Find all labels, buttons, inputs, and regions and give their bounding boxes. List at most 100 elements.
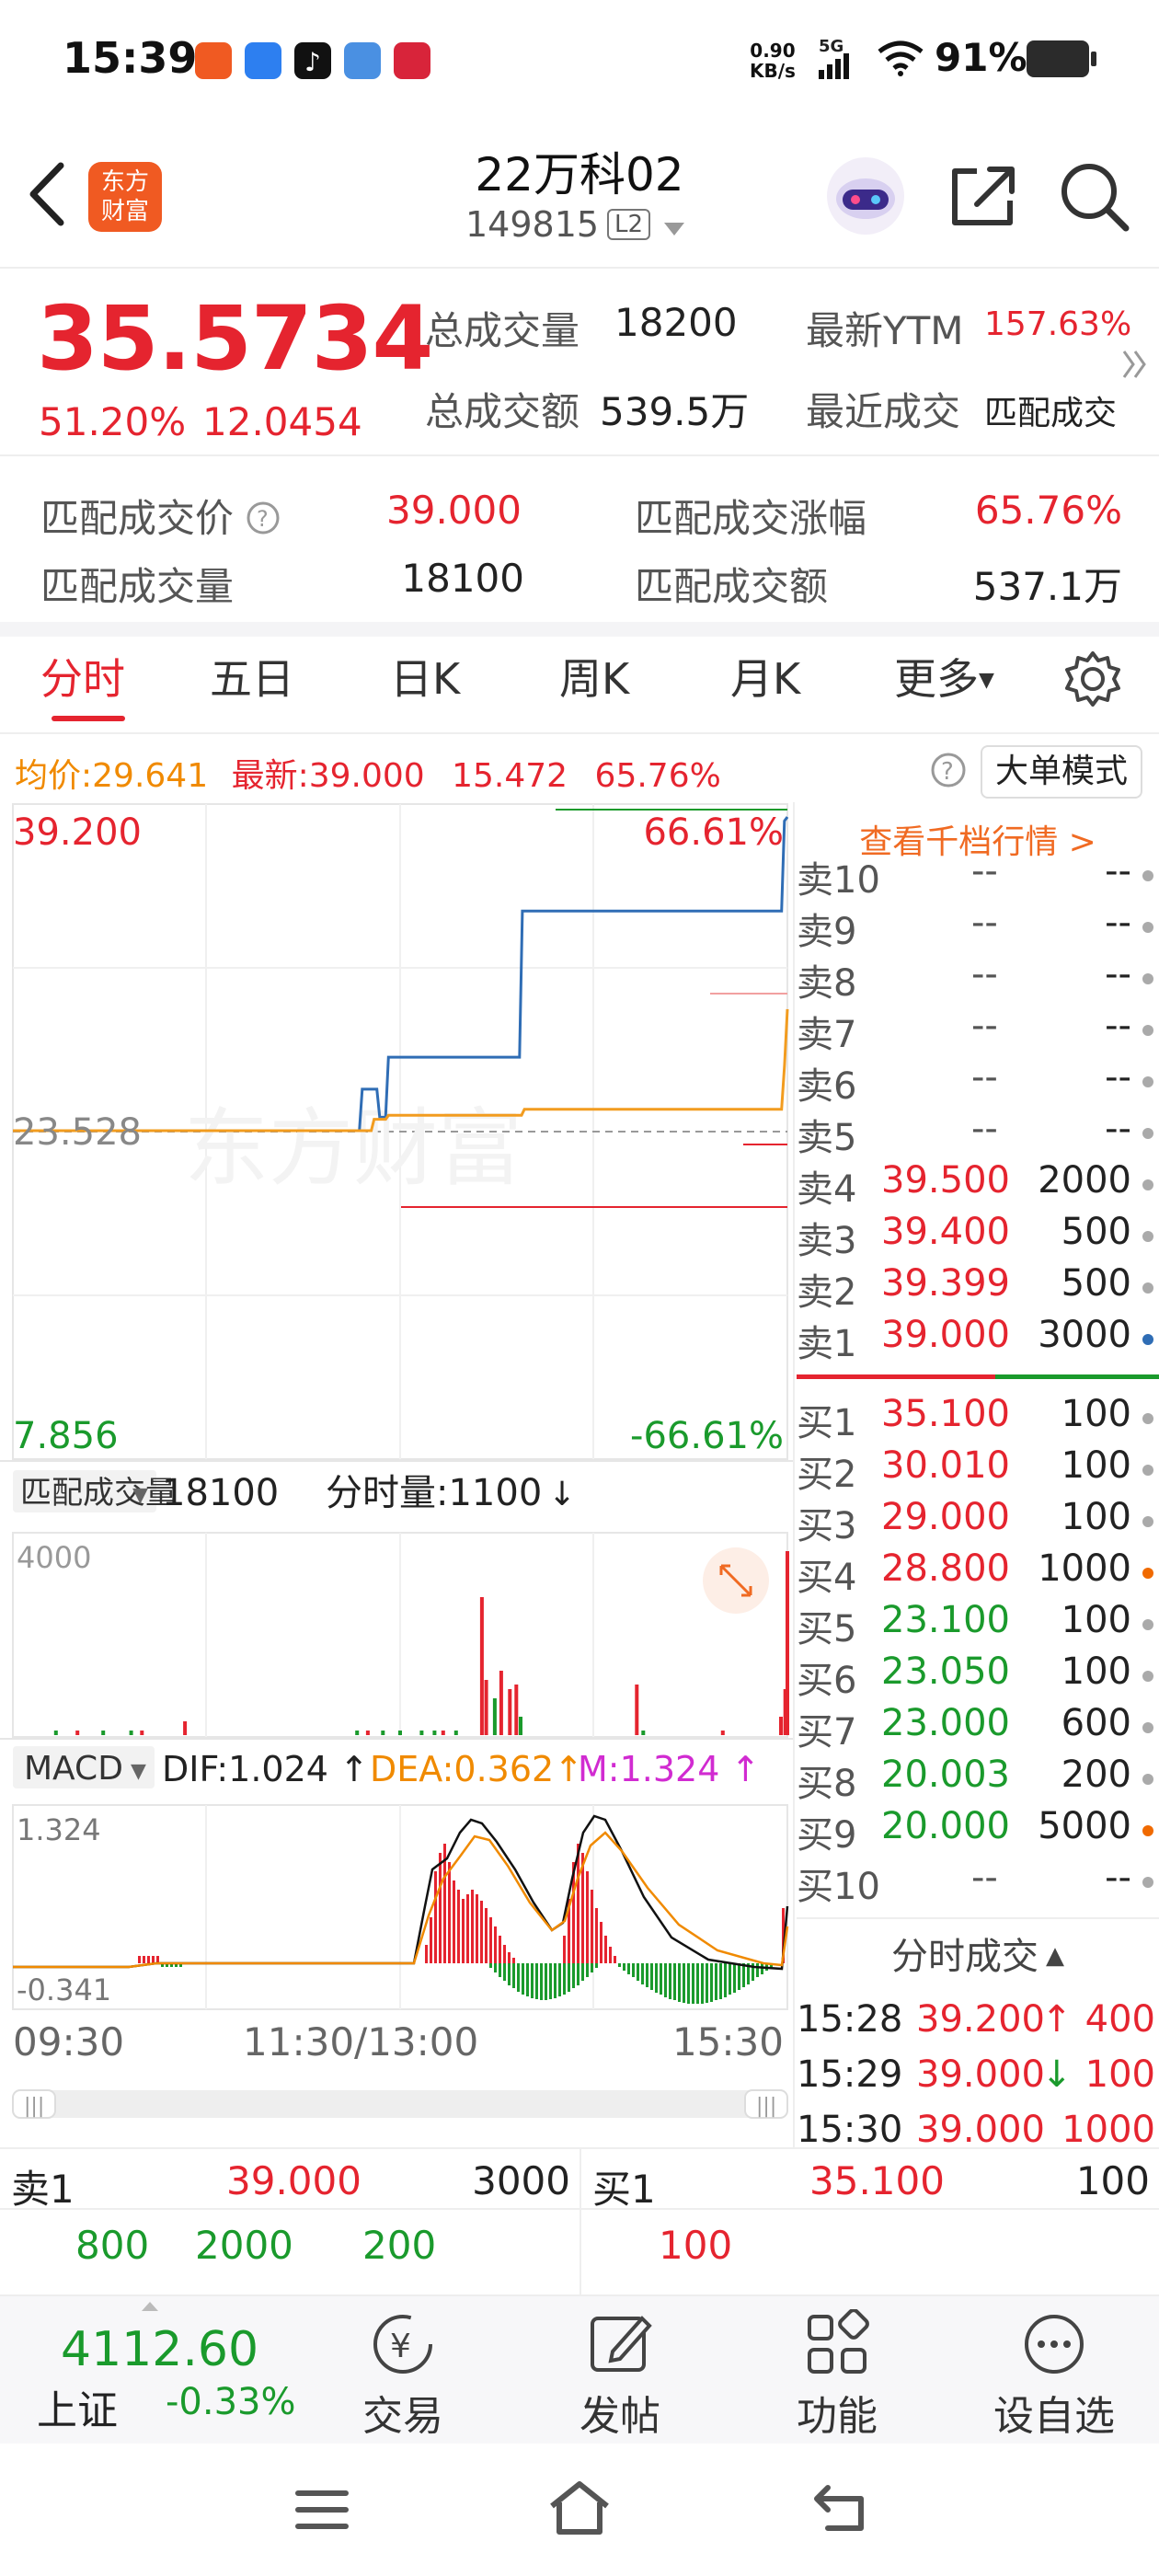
bid-volume: 100 <box>1061 1393 1131 1435</box>
caret-down-icon[interactable] <box>662 221 686 237</box>
total-amount-label: 总成交额 <box>425 389 580 434</box>
ask-level-label: 卖7 <box>797 1014 857 1056</box>
ask-row[interactable]: 卖9 -- -- <box>797 902 1159 953</box>
back-nav-icon[interactable] <box>809 2480 876 2536</box>
macd-histogram-bar <box>471 1890 474 1963</box>
caret-up-icon[interactable] <box>140 2300 160 2313</box>
tab-more[interactable]: 更多▼ <box>894 646 994 707</box>
bid-level-label: 买9 <box>797 1814 857 1857</box>
macd-histogram-bar <box>609 1947 612 1963</box>
ask-volume: -- <box>1105 1056 1131 1098</box>
caret-down-icon: ▼ <box>979 669 994 692</box>
ask-row[interactable]: 卖5 -- -- <box>797 1108 1159 1159</box>
more-dots-icon <box>1025 2315 1084 2374</box>
ai-assistant-icon[interactable] <box>824 155 907 237</box>
macd-histogram-bar <box>466 1894 469 1963</box>
pct-axis-top: 66.61% <box>643 811 784 854</box>
menu-icon[interactable] <box>293 2484 351 2536</box>
volume-selector[interactable]: 匹配成交量 <box>20 1475 177 1512</box>
macd-histogram-bar <box>147 1956 150 1963</box>
chart-scrollbar[interactable] <box>13 2090 787 2118</box>
bid-row[interactable]: 买6 23.050 100 <box>797 1650 1159 1702</box>
per-minute-volume: 分时量:1100 <box>326 1472 542 1514</box>
intraday-chart[interactable]: 东方财富 39.200 23.528 7.856 66.61% -66.61% … <box>0 802 795 2134</box>
nav-trade[interactable]: ¥ 交易 <box>329 2309 476 2442</box>
ask-level-label: 卖8 <box>797 962 857 1005</box>
macd-histogram-bar <box>595 1908 598 1963</box>
ask-dot <box>1142 1282 1153 1294</box>
home-icon[interactable] <box>546 2478 613 2537</box>
bid-row[interactable]: 买8 20.003 200 <box>797 1754 1159 1805</box>
tab-daily-k[interactable]: 日K <box>390 646 460 707</box>
volume-bar <box>779 1717 783 1735</box>
ask-row[interactable]: 卖2 39.399 500 <box>797 1262 1159 1314</box>
help-icon[interactable]: ? <box>246 500 281 535</box>
ask-row[interactable]: 卖3 39.400 500 <box>797 1211 1159 1262</box>
ask-level-label: 卖1 <box>797 1323 857 1365</box>
index-change[interactable]: -0.33% <box>166 2381 296 2423</box>
recent-trade-type: 匹配成交 <box>984 395 1118 432</box>
macd-histogram-bar <box>591 1890 593 1963</box>
trade-volume: 400 <box>1084 1998 1155 2041</box>
wifi-icon <box>878 40 924 76</box>
bid-row[interactable]: 买1 35.100 100 <box>797 1393 1159 1444</box>
macd-histogram-bar <box>540 1963 543 2000</box>
nav-add-watchlist[interactable]: 设自选 <box>981 2309 1128 2442</box>
recent-trade-label: 最近成交 <box>806 389 961 434</box>
ask-row[interactable]: 卖10 -- -- <box>797 850 1159 902</box>
tab-monthly-k[interactable]: 月K <box>730 646 800 707</box>
macd-selector[interactable]: MACD <box>24 1750 123 1788</box>
ask-dot <box>1142 973 1153 984</box>
bid-row[interactable]: 买10 -- -- <box>797 1857 1159 1908</box>
nav-features[interactable]: 功能 <box>763 2308 911 2442</box>
macd-histogram-bar <box>586 1963 589 1977</box>
bid-row[interactable]: 买9 20.000 5000 <box>797 1805 1159 1857</box>
level2-badge[interactable]: L2 <box>607 209 651 240</box>
bid-row[interactable]: 买2 30.010 100 <box>797 1444 1159 1496</box>
status-bar: 15:39 ♪ 0.90 KB/s 5G 91% <box>0 0 1159 120</box>
big-order-mode-button[interactable]: 大单模式 <box>981 745 1143 799</box>
volume-bar <box>419 1731 424 1735</box>
svg-text:¥: ¥ <box>390 2328 411 2365</box>
y-axis-mid: 23.528 <box>13 1111 142 1154</box>
bid-row[interactable]: 买3 29.000 100 <box>797 1496 1159 1547</box>
ask-row[interactable]: 卖1 39.000 3000 <box>797 1314 1159 1365</box>
volume-bar <box>641 1731 646 1735</box>
trade-price: 39.000 <box>916 2109 1045 2151</box>
settings-gear-icon[interactable] <box>1063 650 1122 708</box>
bid-volume: 5000 <box>1038 1805 1131 1847</box>
volume-bar <box>101 1731 106 1735</box>
bid-row[interactable]: 买5 23.100 100 <box>797 1599 1159 1650</box>
macd-histogram-bar <box>687 1963 690 2004</box>
caret-down-icon[interactable]: ▼ <box>131 1760 146 1783</box>
bid-level-label: 买10 <box>797 1866 880 1908</box>
l1-ask-detail: 2000 <box>195 2223 293 2268</box>
ask-row[interactable]: 卖7 -- -- <box>797 1005 1159 1056</box>
bid-row[interactable]: 买7 23.000 600 <box>797 1702 1159 1754</box>
expand-chevron-icon[interactable] <box>1120 346 1150 383</box>
macd-m: M:1.324 ↑ <box>578 1749 760 1789</box>
net-speed: 0.90 KB/s <box>750 40 796 82</box>
tab-weekly-k[interactable]: 周K <box>559 646 629 707</box>
trades-header[interactable]: 分时成交 ▲ <box>797 1926 1159 1980</box>
notification-app-icon <box>245 42 281 79</box>
help-icon[interactable]: ? <box>929 751 968 789</box>
security-code: 149815 <box>465 204 600 245</box>
nav-post[interactable]: 发帖 <box>546 2309 694 2442</box>
ytm-value: 157.63% <box>984 305 1132 343</box>
ask-row[interactable]: 卖6 -- -- <box>797 1056 1159 1108</box>
tab-five-day[interactable]: 五日 <box>210 646 294 707</box>
tab-intraday[interactable]: 分时 <box>40 646 125 707</box>
index-value[interactable]: 4112.60 <box>61 2322 258 2377</box>
bid-row[interactable]: 买4 28.800 1000 <box>797 1547 1159 1599</box>
caret-down-icon[interactable]: ▼ <box>132 1484 148 1507</box>
macd-histogram-bar <box>457 1890 460 1963</box>
ask-row[interactable]: 卖8 -- -- <box>797 953 1159 1005</box>
ask-volume: 500 <box>1061 1262 1131 1305</box>
index-name[interactable]: 上证 <box>37 2377 118 2436</box>
share-icon[interactable] <box>949 162 1019 228</box>
search-icon[interactable] <box>1058 160 1131 234</box>
macd-histogram-bar <box>439 1853 442 1963</box>
ask-dot <box>1142 1025 1153 1036</box>
ask-row[interactable]: 卖4 39.500 2000 <box>797 1159 1159 1211</box>
